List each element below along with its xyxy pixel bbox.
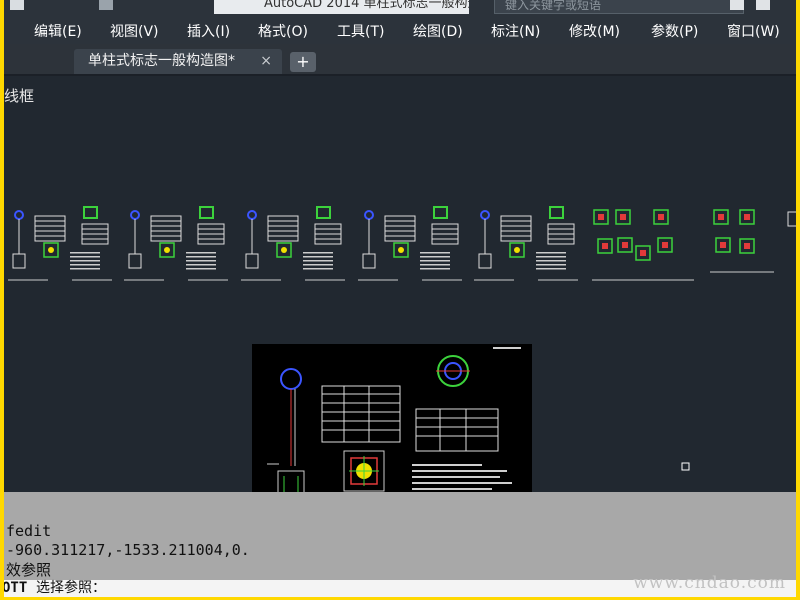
drawing-sheets	[8, 206, 796, 496]
menu-draw[interactable]: 绘图(D)	[413, 21, 463, 41]
menu-modify[interactable]: 修改(M)	[569, 21, 620, 41]
autocad-window: AutoCAD 2014 单柱式标志一般构造图.dwg 键入关键字或短语 ) 编…	[4, 0, 796, 597]
command-history-line: 效参照	[6, 561, 52, 579]
command-prompt-key: OTT	[4, 580, 28, 596]
sign-in-icon[interactable]	[730, 0, 744, 10]
menu-dimension[interactable]: 标注(N)	[491, 21, 540, 41]
command-history-line: -960.311217,-1533.211004,0.	[6, 541, 250, 559]
menu-edit[interactable]: 编辑(E)	[34, 21, 82, 41]
window-title: AutoCAD 2014 单柱式标志一般构造图.dwg	[214, 0, 469, 14]
tab-title: 单柱式标志一般构造图*	[88, 53, 235, 69]
tab-drawing[interactable]: 单柱式标志一般构造图* ×	[74, 49, 282, 74]
watermark: www.cndao.com	[633, 573, 786, 593]
warning-icon[interactable]	[756, 0, 770, 10]
command-history-line: fedit	[6, 522, 52, 540]
menu-parametric[interactable]: 参数(P)	[651, 21, 698, 41]
command-prompt-text: 选择参照：	[36, 580, 106, 596]
search-input[interactable]: 键入关键字或短语	[494, 0, 744, 14]
menu-view[interactable]: 视图(V)	[110, 21, 159, 41]
quick-access-undo-icon[interactable]	[99, 0, 113, 10]
enlarged-sheet	[252, 344, 532, 496]
menu-tools[interactable]: 工具(T)	[337, 21, 384, 41]
menu-insert[interactable]: 插入(I)	[187, 21, 230, 41]
file-tab-bar: 单柱式标志一般构造图* × +	[4, 44, 796, 76]
tab-close-icon[interactable]: ×	[260, 49, 272, 74]
menu-bar: ) 编辑(E) 视图(V) 插入(I) 格式(O) 工具(T) 绘图(D) 标注…	[4, 16, 796, 44]
drawing-canvas[interactable]: 线框	[4, 76, 796, 496]
menu-window[interactable]: 窗口(W)	[727, 21, 780, 41]
menu-format[interactable]: 格式(O)	[258, 21, 308, 41]
title-bar: AutoCAD 2014 单柱式标志一般构造图.dwg 键入关键字或短语	[4, 0, 796, 16]
sheet-row	[8, 206, 796, 281]
new-tab-button[interactable]: +	[290, 52, 316, 72]
app-menu-icon[interactable]	[10, 0, 24, 10]
